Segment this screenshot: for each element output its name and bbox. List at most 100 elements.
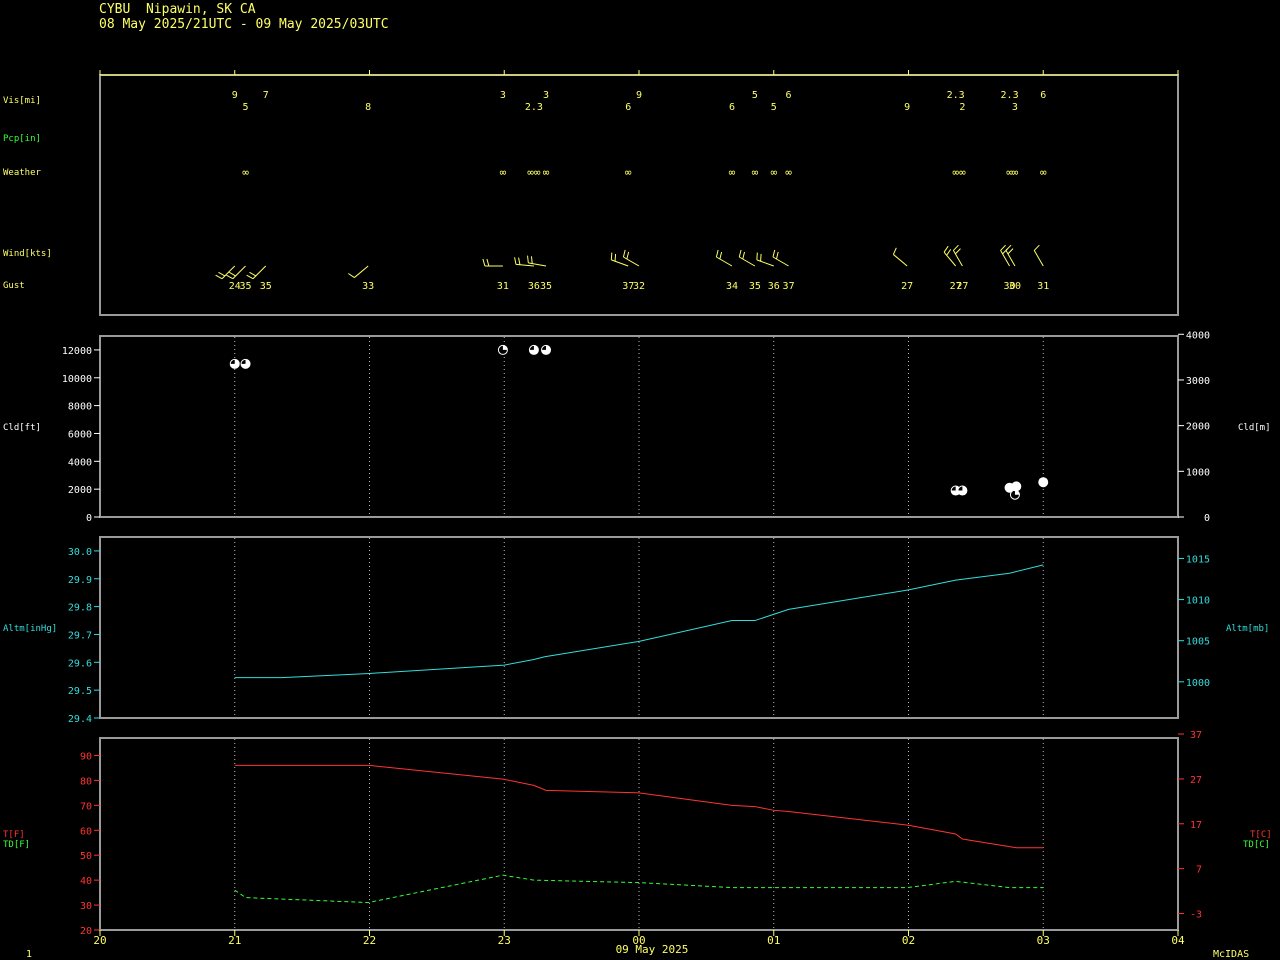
cloud-y2tick-label: 0 [1204, 513, 1210, 524]
wind-barb-feather [946, 248, 952, 256]
cloud-point [1038, 477, 1049, 488]
altm-ytick-label: 29.4 [68, 714, 92, 725]
altm-ytick-label: 29.6 [68, 658, 92, 669]
wind-barb-feather [218, 271, 226, 277]
gust-value: 30 [1009, 281, 1021, 292]
wind-barb-feather [527, 255, 529, 263]
wind-barb [226, 265, 246, 280]
cloud-ytick-label: 0 [86, 513, 92, 524]
wind-barb-feather [772, 249, 776, 258]
wind-barb-staff [716, 256, 733, 267]
wind-barb-feather [719, 251, 723, 260]
altm-ytick-label: 29.7 [68, 630, 92, 641]
wind-barb [738, 249, 756, 267]
gust-value: 35 [260, 281, 272, 292]
wind-barb-staff [1000, 250, 1010, 267]
wind-barb-feather [518, 257, 521, 265]
weather-symbol: ∞ [242, 166, 249, 179]
wind-barb-feather [892, 247, 897, 255]
altm-ytick-label: 30.0 [68, 547, 92, 558]
visibility-value: 8 [365, 102, 371, 113]
cloud-point [497, 344, 508, 355]
weather-symbol: ∞ [543, 166, 550, 179]
gust-value: 27 [901, 281, 913, 292]
wind-barb-staff [772, 256, 789, 267]
cloud-point-circle [1038, 477, 1049, 488]
wind-barb-staff [515, 263, 534, 267]
altm-ytick-label: 29.5 [68, 686, 92, 697]
wind-barb [952, 244, 963, 267]
wind-barb [215, 265, 236, 280]
gust-value: 32 [633, 281, 645, 292]
wind-barb-staff [1005, 250, 1016, 267]
weather-symbol: ∞ [770, 166, 777, 179]
wind-barb-feather [229, 271, 236, 277]
weather-symbol: ∞ [625, 166, 632, 179]
cloud-point [1011, 481, 1022, 492]
wind-barb-feather [215, 274, 223, 280]
gust-value: 36 [768, 281, 780, 292]
gust-value: 33 [362, 281, 374, 292]
brand-label: McIDAS [1213, 949, 1249, 960]
cloud-point [528, 344, 539, 355]
visibility-value: 6 [729, 102, 735, 113]
wind-barb-feather [482, 258, 486, 267]
temp-y2tick-label: 27 [1190, 775, 1202, 786]
altimeter-line [234, 564, 1044, 679]
wind-barb [892, 247, 908, 267]
wind-barb [527, 255, 547, 267]
weather-symbol: ∞ [500, 166, 507, 179]
wind-barb-feather [348, 273, 355, 278]
row-label-gust: Gust [3, 281, 25, 291]
cloud-ylabel: Cld[ft] [3, 423, 41, 433]
dewpoint-ylabel: TD[F] [3, 840, 30, 850]
row-label-vis: Vis[mi] [3, 96, 41, 106]
cloud-point-fill [502, 345, 508, 350]
cloud-y2tick-label: 3000 [1186, 376, 1210, 387]
cloud-y2tick-label: 4000 [1186, 330, 1210, 341]
gust-value: 37 [783, 281, 795, 292]
wind-barb-feather [775, 251, 779, 260]
row-label-weather: Weather [3, 168, 42, 178]
wind-barb-staff [252, 265, 267, 280]
wind-barb-staff [611, 259, 629, 267]
wind-barb-feather [614, 253, 617, 262]
wind-barb-feather [249, 271, 257, 277]
row-label-wind: Wind[kts] [3, 249, 52, 259]
weather-symbol: ∞ [752, 166, 759, 179]
weather-symbol: ∞ [729, 166, 736, 179]
visibility-value: 9 [232, 90, 238, 101]
gust-value: 31 [1037, 281, 1049, 292]
temp-y2tick-label: -3 [1190, 910, 1202, 921]
gust-value: 34 [726, 281, 738, 292]
wind-barb [610, 252, 629, 267]
date-label: 09 May 2025 [616, 943, 689, 956]
time-tick-label: 04 [1171, 934, 1185, 947]
wind-barb [622, 249, 640, 267]
wind-barb-feather [622, 249, 626, 258]
wind-barb-feather [756, 252, 758, 260]
temp-ytick-label: 30 [80, 901, 92, 912]
time-tick-label: 01 [767, 934, 780, 947]
wind-barb-feather [953, 244, 959, 251]
wind-barb-staff [952, 250, 963, 267]
altm-y2tick-label: 1000 [1186, 678, 1210, 689]
cloud-ytick-label: 8000 [68, 402, 92, 413]
wind-barb-feather [610, 252, 613, 260]
temp-ytick-label: 40 [80, 876, 92, 887]
temp-ytick-label: 80 [80, 776, 92, 787]
wind-barb-feather [1033, 244, 1040, 251]
visibility-value: 6 [786, 90, 792, 101]
cloud-ytick-label: 4000 [68, 457, 92, 468]
wind-barb [772, 249, 789, 267]
cloud-point [1009, 489, 1020, 500]
weather-symbol: ∞ [1012, 166, 1019, 179]
gust-value: 27 [956, 281, 968, 292]
visibility-value: 3 [1012, 102, 1018, 113]
cloud-ytick-label: 12000 [62, 346, 92, 357]
gust-value: 31 [497, 281, 509, 292]
wind-barb-feather [955, 248, 961, 255]
altm-ytick-label: 29.9 [68, 575, 92, 586]
wind-barb-feather [943, 245, 949, 253]
wind-barb [756, 252, 774, 267]
